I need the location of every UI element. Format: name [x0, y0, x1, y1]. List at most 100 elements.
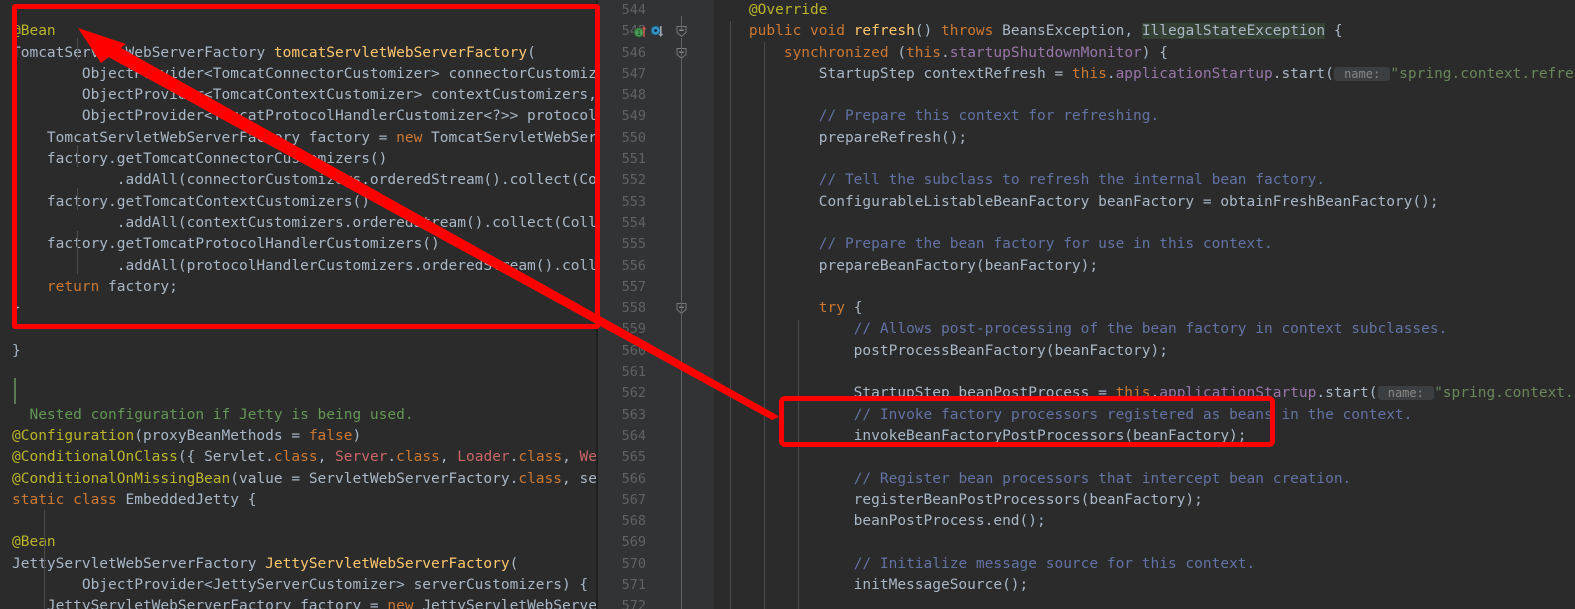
code-line[interactable]: @Override — [714, 0, 1575, 21]
code-line[interactable]: prepareBeanFactory(beanFactory); — [714, 256, 1575, 277]
gutter-line[interactable]: 560 — [598, 341, 714, 362]
code-line[interactable]: factory.getTomcatConnectorCustomizers() — [0, 149, 598, 170]
code-line[interactable] — [0, 0, 598, 21]
code-line[interactable] — [714, 362, 1575, 383]
gutter-line[interactable]: 553 — [598, 192, 714, 213]
gutter-line[interactable]: 572 — [598, 596, 714, 609]
code-line[interactable]: invokeBeanFactoryPostProcessors(beanFact… — [714, 426, 1575, 447]
code-line[interactable]: postProcessBeanFactory(beanFactory); — [714, 341, 1575, 362]
gutter-line[interactable]: 544 — [598, 0, 714, 21]
code-line[interactable]: TomcatServletWebServerFactory tomcatServ… — [0, 43, 598, 64]
code-line[interactable] — [714, 85, 1575, 106]
code-line[interactable]: // Initialize message source for this co… — [714, 554, 1575, 575]
code-line[interactable]: .addAll(contextCustomizers.orderedStream… — [0, 213, 598, 234]
gutter-line[interactable]: 570 — [598, 554, 714, 575]
code-line[interactable] — [0, 383, 598, 404]
gutter-line[interactable]: 569 — [598, 532, 714, 553]
code-line[interactable]: initMessageSource(); — [714, 575, 1575, 596]
code-line[interactable]: synchronized (this.startupShutdownMonito… — [714, 43, 1575, 64]
gutter-line[interactable]: 562 — [598, 383, 714, 404]
editor-pane-right[interactable]: 544 545 I 546 547 548 549 550 551 552 553 554 555 556… — [598, 0, 1575, 609]
code-token: invokeBeanFactoryPostProcessors(beanFact… — [714, 427, 1247, 444]
implemented-method-icon[interactable] — [651, 25, 664, 38]
code-line[interactable]: prepareRefresh(); — [714, 128, 1575, 149]
gutter-line[interactable]: 564 — [598, 426, 714, 447]
code-line[interactable] — [0, 319, 598, 340]
gutter-line[interactable]: 552 — [598, 170, 714, 191]
code-line[interactable]: StartupStep beanPostProcess = this.appli… — [714, 383, 1575, 404]
code-line[interactable] — [714, 532, 1575, 553]
code-line[interactable] — [0, 511, 598, 532]
code-line[interactable]: public void refresh() throws BeansExcept… — [714, 21, 1575, 42]
code-line[interactable]: // Register bean processors that interce… — [714, 469, 1575, 490]
code-line[interactable]: } — [0, 298, 598, 319]
code-line[interactable]: } — [0, 341, 598, 362]
gutter-line[interactable]: 565 — [598, 447, 714, 468]
override-method-icon[interactable]: I — [634, 25, 647, 38]
code-token: class — [518, 470, 562, 487]
code-token: void — [810, 23, 845, 40]
code-line[interactable]: .addAll(connectorCustomizers.orderedStre… — [0, 170, 598, 191]
code-line[interactable]: static class EmbeddedJetty { — [0, 490, 598, 511]
right-code-surface[interactable]: @Override public void refresh() throws B… — [714, 0, 1575, 609]
gutter-line[interactable]: 558 — [598, 298, 714, 319]
indent-guide — [44, 510, 45, 609]
editor-pane-left[interactable]: @Bean TomcatServletWebServerFactory tomca… — [0, 0, 598, 609]
code-line[interactable]: TomcatServletWebServerFactory factory = … — [0, 128, 598, 149]
code-line[interactable]: ObjectProvider<TomcatContextCustomizer> … — [0, 85, 598, 106]
gutter-line[interactable]: 571 — [598, 575, 714, 596]
gutter-line[interactable]: 557 — [598, 277, 714, 298]
gutter-line[interactable]: 545 I — [598, 21, 714, 42]
code-line[interactable]: // Tell the subclass to refresh the inte… — [714, 170, 1575, 191]
code-line[interactable]: factory.getTomcatContextCustomizers() — [0, 192, 598, 213]
code-line[interactable]: registerBeanPostProcessors(beanFactory); — [714, 490, 1575, 511]
pane-divider[interactable] — [596, 0, 598, 609]
gutter-line[interactable]: 563 — [598, 405, 714, 426]
code-line[interactable]: JettyServletWebServerFactory factory = n… — [0, 596, 598, 609]
code-line[interactable] — [714, 447, 1575, 468]
gutter-line[interactable]: 547 — [598, 64, 714, 85]
code-line[interactable]: try { — [714, 298, 1575, 319]
gutter-icon-group[interactable]: I — [634, 21, 674, 42]
code-line[interactable]: ObjectProvider<TomcatConnectorCustomizer… — [0, 64, 598, 85]
code-line[interactable]: ObjectProvider<JettyServerCustomizer> se… — [0, 575, 598, 596]
code-line[interactable] — [714, 277, 1575, 298]
code-line[interactable]: ConfigurableListableBeanFactory beanFact… — [714, 192, 1575, 213]
code-line[interactable]: @ConditionalOnMissingBean(value = Servle… — [0, 469, 598, 490]
code-line[interactable]: @Configuration(proxyBeanMethods = false) — [0, 426, 598, 447]
code-line[interactable]: // Invoke factory processors registered … — [714, 405, 1575, 426]
code-line[interactable]: Nested configuration if Jetty is being u… — [0, 405, 598, 426]
editor-gutter[interactable]: 544 545 I 546 547 548 549 550 551 552 553 554 555 556… — [598, 0, 714, 609]
code-line[interactable]: ObjectProvider<TomcatProtocolHandlerCust… — [0, 106, 598, 127]
gutter-line[interactable]: 561 — [598, 362, 714, 383]
gutter-line[interactable]: 550 — [598, 128, 714, 149]
gutter-line[interactable]: 555 — [598, 234, 714, 255]
gutter-line[interactable]: 556 — [598, 256, 714, 277]
code-line[interactable]: // Prepare this context for refreshing. — [714, 106, 1575, 127]
gutter-line[interactable]: 568 — [598, 511, 714, 532]
gutter-line[interactable]: 554 — [598, 213, 714, 234]
gutter-line[interactable]: 548 — [598, 85, 714, 106]
left-code-surface[interactable]: @Bean TomcatServletWebServerFactory tomca… — [0, 0, 598, 609]
code-line[interactable]: return factory; — [0, 277, 598, 298]
gutter-line[interactable]: 549 — [598, 106, 714, 127]
code-line[interactable]: // Allows post-processing of the bean fa… — [714, 319, 1575, 340]
code-line[interactable]: @Bean — [0, 21, 598, 42]
code-line[interactable]: factory.getTomcatProtocolHandlerCustomiz… — [0, 234, 598, 255]
code-line[interactable]: @ConditionalOnClass({ Servlet.class, Ser… — [0, 447, 598, 468]
code-line[interactable] — [714, 213, 1575, 234]
code-line[interactable]: .addAll(protocolHandlerCustomizers.order… — [0, 256, 598, 277]
code-line[interactable]: StartupStep contextRefresh = this.applic… — [714, 64, 1575, 85]
code-line[interactable] — [714, 596, 1575, 609]
code-line[interactable] — [0, 362, 598, 383]
gutter-line[interactable]: 567 — [598, 490, 714, 511]
gutter-line[interactable]: 551 — [598, 149, 714, 170]
code-line[interactable]: // Prepare the bean factory for use in t… — [714, 234, 1575, 255]
gutter-line[interactable]: 546 — [598, 43, 714, 64]
code-line[interactable]: beanPostProcess.end(); — [714, 511, 1575, 532]
gutter-line[interactable]: 559 — [598, 319, 714, 340]
code-line[interactable]: JettyServletWebServerFactory JettyServle… — [0, 554, 598, 575]
code-line[interactable]: @Bean — [0, 532, 598, 553]
gutter-line[interactable]: 566 — [598, 469, 714, 490]
code-line[interactable] — [714, 149, 1575, 170]
